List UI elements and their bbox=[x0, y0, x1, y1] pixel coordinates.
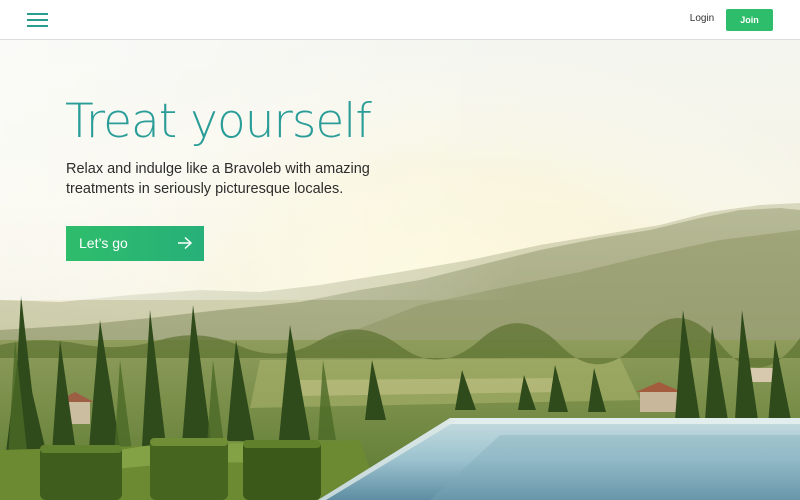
landing-page: Login Join Treat yourself Relax and indu… bbox=[0, 0, 800, 500]
lets-go-button[interactable]: Let’s go bbox=[66, 226, 204, 261]
lets-go-label: Let’s go bbox=[79, 235, 128, 251]
login-link[interactable]: Login bbox=[684, 13, 720, 24]
top-nav-bar: Login Join bbox=[0, 0, 800, 40]
arrow-right-icon bbox=[178, 236, 193, 250]
join-button[interactable]: Join bbox=[726, 9, 773, 31]
hero-section: Treat yourself Relax and indulge like a … bbox=[0, 40, 800, 500]
hero-subtitle: Relax and indulge like a Bravoleb with a… bbox=[66, 161, 370, 197]
hamburger-menu-icon[interactable] bbox=[27, 13, 48, 27]
hero-title: Treat yourself bbox=[65, 94, 372, 149]
